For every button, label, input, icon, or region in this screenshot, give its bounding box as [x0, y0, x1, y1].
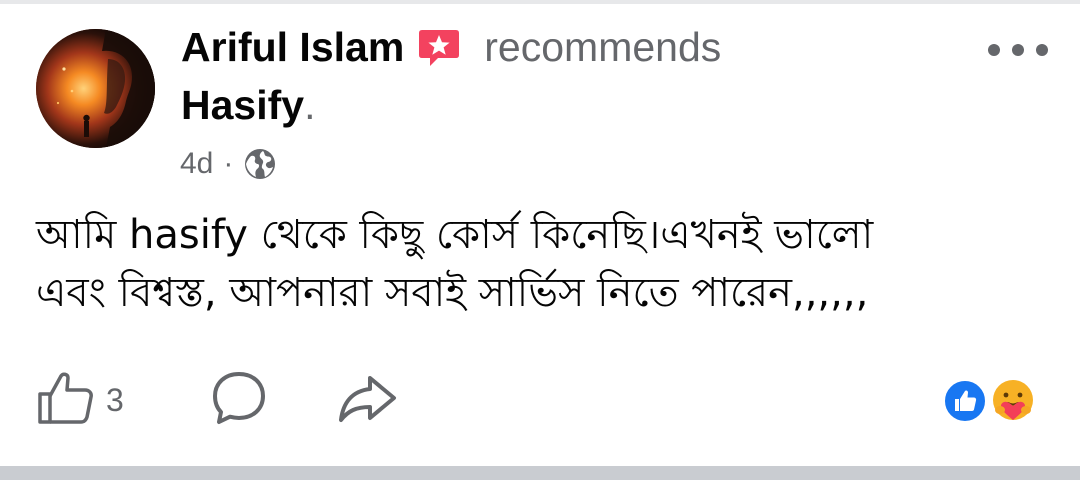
author-name[interactable]: Ariful Islam	[181, 24, 404, 71]
post-meta: 4d ·	[180, 144, 277, 184]
more-dot	[988, 44, 1000, 56]
care-reaction-icon	[988, 376, 1038, 426]
like-reaction-icon	[942, 378, 988, 424]
like-count: 3	[106, 381, 124, 418]
post-header-line: Ariful Islam recommends	[181, 22, 721, 72]
more-dot	[1012, 44, 1024, 56]
meta-separator: ·	[223, 147, 234, 180]
post-header-page: Hasify .	[181, 80, 315, 130]
share-button[interactable]	[336, 368, 398, 432]
bottom-divider	[0, 466, 1080, 480]
share-arrow-icon	[336, 368, 398, 432]
more-options-button[interactable]	[988, 32, 1048, 68]
comment-button[interactable]	[208, 368, 270, 432]
recommends-label: recommends	[484, 23, 722, 70]
thumbs-up-icon	[36, 368, 96, 432]
author-avatar[interactable]	[36, 29, 155, 148]
top-divider	[0, 0, 1080, 4]
reactions-summary[interactable]	[942, 376, 1040, 426]
post-text-line: আমি hasify থেকে কিছু কোর্স কিনেছি।এখনই ভ…	[36, 212, 874, 258]
page-name-period: .	[304, 81, 316, 128]
like-button[interactable]: 3	[36, 368, 124, 432]
post-action-bar: 3	[36, 368, 1046, 432]
recommendation-star-icon	[416, 24, 462, 70]
post-text-line: এবং বিশ্বস্ত, আপনারা সবাই সার্ভিস নিতে প…	[36, 270, 869, 316]
page-name-link[interactable]: Hasify	[181, 82, 304, 129]
globe-icon[interactable]	[243, 147, 277, 181]
comment-bubble-icon	[208, 368, 270, 432]
avatar-image	[36, 29, 155, 148]
post-card: Ariful Islam recommends Hasify . 4d · আম…	[0, 0, 1080, 480]
more-dot	[1036, 44, 1048, 56]
post-timestamp[interactable]: 4d	[180, 147, 213, 181]
post-body: আমি hasify থেকে কিছু কোর্স কিনেছি।এখনই ভ…	[36, 206, 1046, 322]
